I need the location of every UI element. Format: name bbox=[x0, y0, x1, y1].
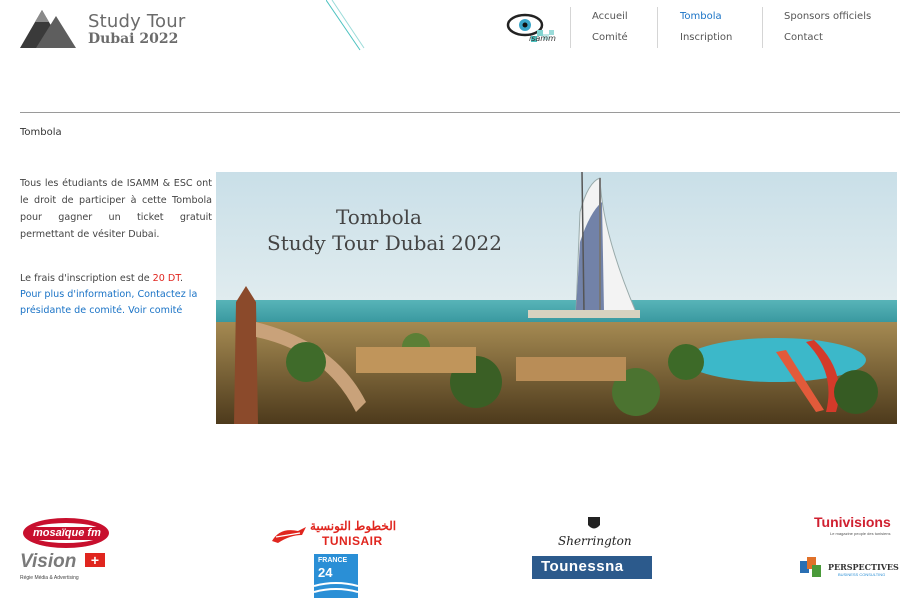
dubai-banner-image bbox=[216, 172, 897, 424]
waves-icon bbox=[314, 582, 358, 593]
study-tour-logo-icon[interactable] bbox=[20, 6, 78, 50]
tunivisions-tagline: Le magazine people des tunisiens bbox=[830, 531, 891, 536]
isamm-label: isamm bbox=[529, 34, 556, 43]
header-rule bbox=[20, 112, 900, 113]
tombola-banner: Tombola Study Tour Dubai 2022 bbox=[216, 172, 897, 424]
tunisair-arabic: الخطوط التونسية bbox=[310, 519, 397, 533]
nav-inscription[interactable]: Inscription bbox=[680, 32, 732, 43]
nav-contact[interactable]: Contact bbox=[784, 32, 823, 43]
isamm-logo[interactable]: isamm bbox=[505, 10, 561, 46]
france24-label-a: FRANCE bbox=[318, 557, 348, 564]
page-title: Tombola bbox=[20, 127, 62, 138]
plus-icon: + bbox=[85, 553, 105, 567]
sponsor-france24[interactable]: FRANCE 24 bbox=[314, 554, 358, 598]
fee-suffix: . bbox=[180, 273, 184, 284]
sponsor-perspectives[interactable]: PERSPECTIVES BUSINESS CONSULTING bbox=[798, 555, 902, 581]
tunisair-label: TUNISAIR bbox=[322, 534, 383, 548]
sponsor-mosaique-fm[interactable]: mosaïque fm bbox=[22, 516, 110, 550]
sponsor-tunivisions[interactable]: Tunivisions Le magazine people des tunis… bbox=[812, 514, 902, 540]
nav-comite[interactable]: Comité bbox=[592, 32, 628, 43]
crest-icon bbox=[588, 517, 600, 529]
mosaique-label: mosaïque fm bbox=[33, 527, 101, 539]
nav-divider bbox=[570, 7, 571, 48]
nav-accueil[interactable]: Accueil bbox=[592, 11, 628, 22]
nav-divider bbox=[657, 7, 658, 48]
voir-comite-link[interactable]: Voir comité bbox=[128, 305, 182, 316]
banner-title-line2: Study Tour Dubai 2022 bbox=[267, 231, 502, 255]
sponsor-sherrington[interactable]: Sherrington bbox=[556, 516, 632, 550]
fee-text: Le frais d'inscription est de 20 DT. Pou… bbox=[20, 271, 212, 319]
tounessna-label: Tounessna bbox=[541, 558, 624, 575]
sponsor-vision[interactable]: Vision + Régie Média & Advertising bbox=[20, 551, 110, 583]
nav-sponsors-officiels[interactable]: Sponsors officiels bbox=[784, 11, 871, 22]
fee-prefix: Le frais d'inscription est de bbox=[20, 273, 153, 284]
intro-text: Tous les étudiants de ISAMM & ESC ont le… bbox=[20, 178, 212, 240]
sherrington-label: Sherrington bbox=[558, 534, 632, 548]
decorative-lines bbox=[326, 0, 365, 51]
banner-title-line1: Tombola bbox=[336, 205, 422, 229]
fee-amount: 20 DT bbox=[152, 273, 181, 284]
france24-label-b: 24 bbox=[318, 565, 333, 580]
gazelle-icon bbox=[272, 527, 306, 543]
perspectives-cubes-icon bbox=[800, 557, 821, 577]
perspectives-tagline: BUSINESS CONSULTING bbox=[838, 572, 886, 577]
nav-tombola[interactable]: Tombola bbox=[680, 11, 722, 22]
logo-subtitle[interactable]: Dubai 2022 bbox=[88, 31, 178, 47]
vision-label: Vision bbox=[20, 551, 77, 572]
sponsor-tunisair[interactable]: الخطوط التونسية TUNISAIR bbox=[270, 519, 410, 549]
vision-tagline: Régie Média & Advertising bbox=[20, 575, 79, 581]
logo-title[interactable]: Study Tour bbox=[88, 11, 185, 32]
nav-divider bbox=[762, 7, 763, 48]
perspectives-label: PERSPECTIVES bbox=[828, 562, 899, 572]
sponsor-tounessna[interactable]: Tounessna bbox=[532, 556, 652, 579]
tunivisions-label: Tunivisions bbox=[814, 514, 891, 530]
